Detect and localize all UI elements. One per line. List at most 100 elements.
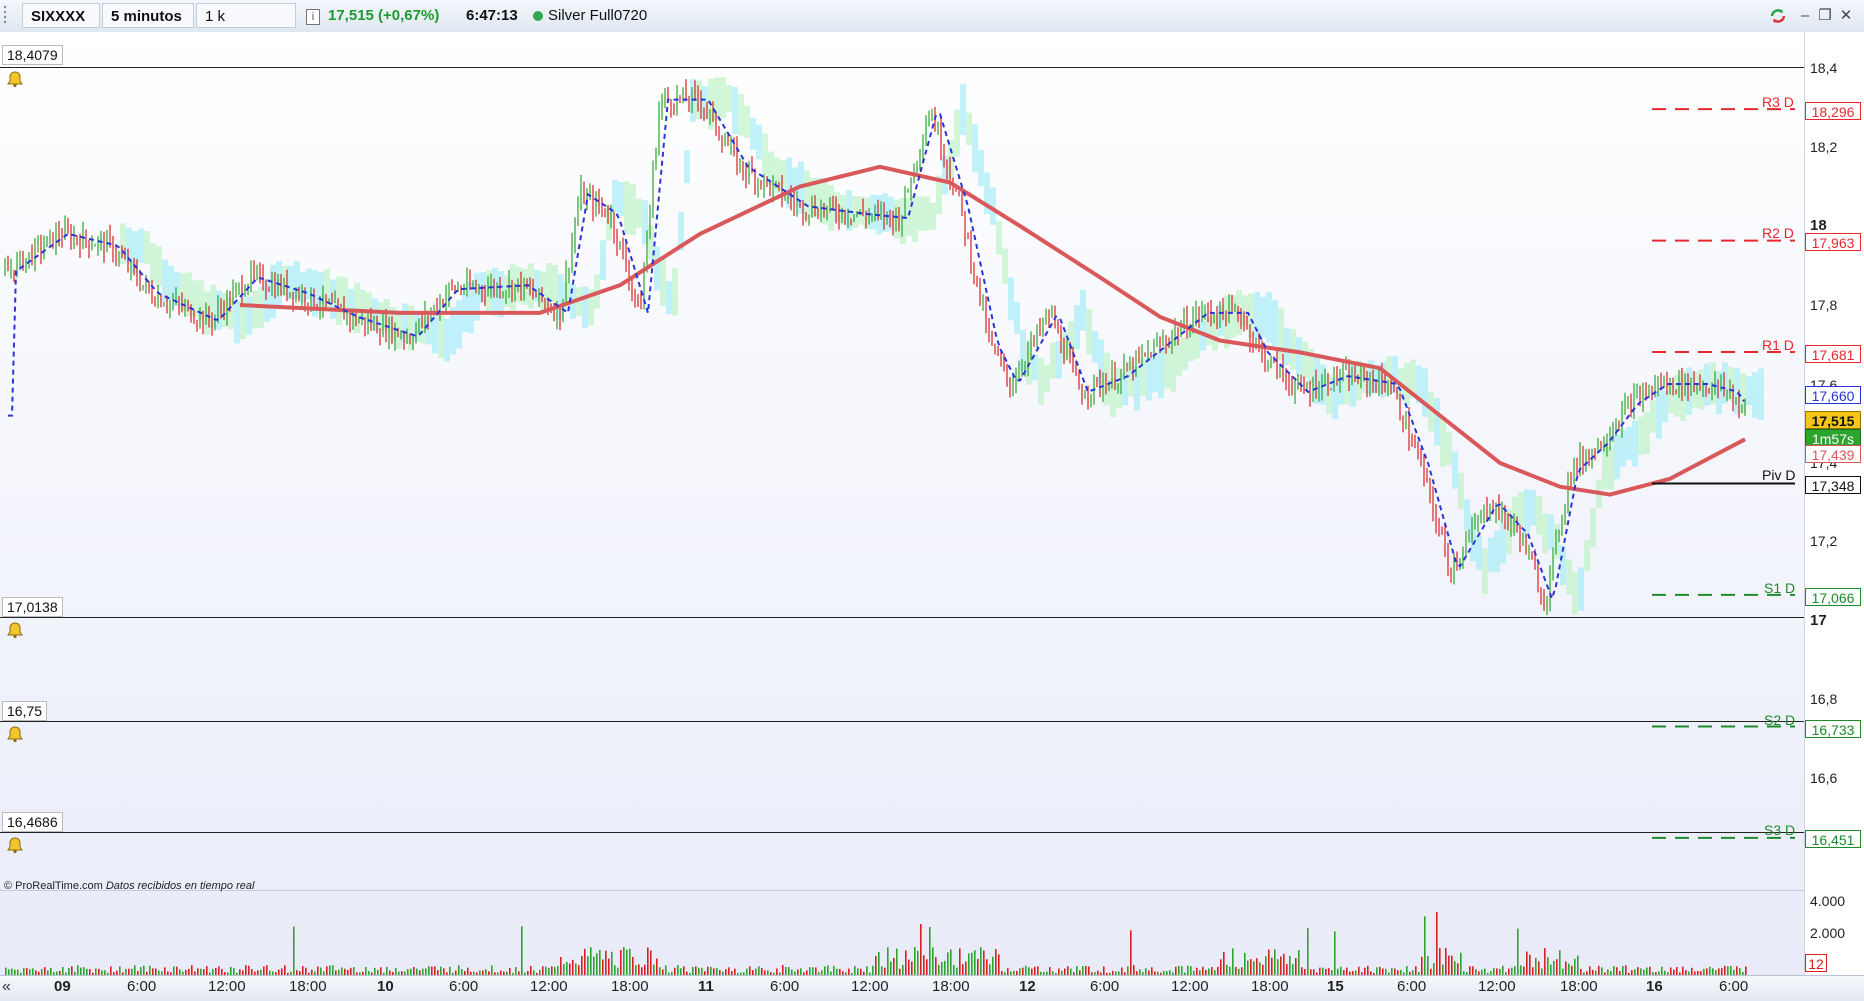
units-select[interactable]: 1 k unidades	[196, 3, 296, 50]
volume-bar	[1682, 966, 1684, 975]
volume-bar	[197, 968, 199, 975]
time-tick: 6:00	[127, 978, 157, 995]
volume-bar	[695, 966, 697, 975]
drag-handle-icon[interactable]	[2, 3, 14, 28]
volume-bar	[206, 966, 208, 975]
cloud-segment	[336, 276, 342, 326]
volume-bar	[728, 967, 730, 975]
volume-bar	[1460, 952, 1462, 975]
volume-bar	[1028, 967, 1030, 975]
cloud-segment	[246, 296, 252, 335]
volume-bar	[1145, 968, 1147, 975]
volume-bar	[572, 959, 574, 975]
volume-bar	[263, 966, 265, 975]
volume-bar	[1646, 967, 1648, 975]
volume-bar	[380, 967, 382, 975]
restore-icon[interactable]: ❐	[1815, 6, 1835, 26]
level-line-mid2[interactable]	[0, 721, 1804, 722]
volume-bar	[1280, 956, 1282, 975]
alert-bell-icon[interactable]	[6, 836, 24, 854]
cloud-segment	[1578, 567, 1584, 611]
volume-bar	[425, 968, 427, 975]
cloud-segment	[1638, 416, 1644, 455]
alert-bell-icon[interactable]	[6, 725, 24, 743]
volume-bar	[305, 967, 307, 975]
volume-bar	[1589, 966, 1591, 975]
volume-bar	[611, 951, 613, 975]
volume-bar	[329, 965, 331, 975]
volume-bar	[941, 961, 943, 975]
alert-bell-icon[interactable]	[6, 621, 24, 639]
volume-bar	[1574, 958, 1576, 975]
volume-bar	[248, 965, 250, 975]
volume-bar	[893, 957, 895, 975]
level-line-top[interactable]	[0, 67, 1804, 68]
cloud-segment	[1446, 431, 1452, 465]
alert-bell-icon[interactable]	[6, 70, 24, 88]
volume-bar	[665, 965, 667, 975]
cloud-segment	[978, 149, 984, 187]
volume-bar	[1424, 916, 1426, 975]
level-line-mid3[interactable]	[0, 832, 1804, 833]
volume-bar	[884, 967, 886, 975]
volume-bar	[1526, 951, 1528, 975]
volume-bar	[911, 961, 913, 975]
volume-bar	[887, 947, 889, 975]
volume-bar	[947, 952, 949, 975]
volume-bar	[926, 959, 928, 975]
volume-bar	[920, 924, 922, 975]
refresh-icon[interactable]	[1768, 6, 1788, 26]
pivot-label-s3: S3 D	[1764, 822, 1796, 838]
volume-bar	[881, 966, 883, 975]
level-line-mid1[interactable]	[0, 617, 1804, 618]
cloud-segment	[1104, 352, 1110, 406]
volume-bar	[1259, 962, 1261, 975]
volume-bar	[878, 951, 880, 975]
info-icon[interactable]: i	[306, 9, 320, 25]
instrument-select[interactable]: SIXXXX	[22, 3, 100, 45]
chart-plot[interactable]	[0, 32, 1804, 975]
volume-bar	[374, 967, 376, 975]
volume-bar	[1625, 965, 1627, 975]
cloud-segment	[1158, 349, 1164, 399]
volume-bar	[896, 948, 898, 975]
cloud-segment	[624, 181, 630, 235]
level-label-top: 18,4079	[2, 45, 63, 65]
cloud-segment	[1014, 302, 1020, 334]
volume-bar	[218, 966, 220, 975]
volume-bar	[1709, 966, 1711, 975]
cloud-segment	[192, 280, 198, 318]
volume-bar	[317, 966, 319, 975]
close-icon[interactable]: ✕	[1836, 6, 1856, 26]
timeframe-select[interactable]: 5 minutos	[102, 3, 194, 45]
volume-bar	[833, 965, 835, 975]
cloud-segment	[918, 196, 924, 231]
volume-bar	[557, 966, 559, 975]
cloud-segment	[1548, 514, 1554, 550]
volume-bar	[632, 956, 634, 975]
volume-bar	[626, 949, 628, 975]
volume-bar	[191, 965, 193, 975]
volume-bar	[1019, 968, 1021, 975]
cloud-segment	[1176, 338, 1182, 377]
cloud-segment	[636, 198, 642, 228]
volume-bar	[1088, 966, 1090, 975]
cloud-segment	[996, 220, 1002, 255]
credit-site: © ProRealTime.com	[4, 880, 103, 892]
volume-bar	[1319, 967, 1321, 975]
volume-bar	[623, 947, 625, 975]
volume-bar	[1085, 965, 1087, 975]
volume-bar	[908, 959, 910, 975]
cloud-segment	[1590, 508, 1596, 548]
minimize-icon[interactable]: –	[1795, 6, 1815, 26]
cloud-segment	[1404, 362, 1410, 406]
volume-bar	[245, 965, 247, 975]
volume-bar	[554, 966, 556, 975]
cloud-segment	[546, 262, 552, 310]
cloud-segment	[720, 77, 726, 119]
volume-bar	[50, 967, 52, 975]
cloud-segment	[252, 290, 258, 329]
scroll-left-icon[interactable]: «	[2, 978, 20, 996]
volume-bar	[1376, 967, 1378, 975]
volume-bar	[758, 966, 760, 975]
